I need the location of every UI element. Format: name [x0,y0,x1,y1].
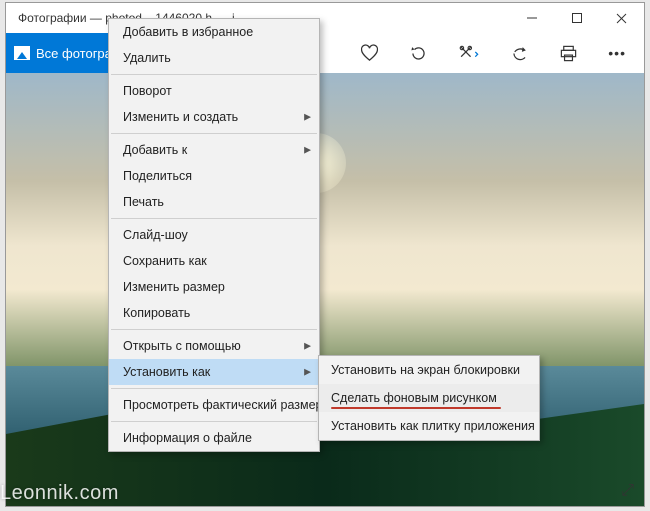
menu-rotate[interactable]: Поворот [109,78,319,104]
menu-label: Установить на экран блокировки [331,363,520,377]
menu-edit-create[interactable]: Изменить и создать ▶ [109,104,319,130]
titlebar: Фотографии — photod... 1446020 h......i.… [6,3,644,33]
more-icon[interactable]: ••• [608,45,626,61]
menu-share[interactable]: Поделиться [109,163,319,189]
menu-add-to[interactable]: Добавить к ▶ [109,137,319,163]
set-as-submenu: Установить на экран блокировки Сделать ф… [318,355,540,441]
menu-label: Информация о файле [123,431,252,445]
close-button[interactable] [599,3,644,33]
menu-label: Удалить [123,51,171,65]
menu-actual-size[interactable]: Просмотреть фактический размер [109,392,319,418]
toolbar-actions: ••• [360,44,644,63]
menu-separator [111,421,317,422]
chevron-right-icon: ▶ [304,367,311,378]
menu-copy[interactable]: Копировать [109,300,319,326]
menu-label: Сделать фоновым рисунком [331,391,497,405]
menu-open-with[interactable]: Открыть с помощью ▶ [109,333,319,359]
context-menu: Добавить в избранное Удалить Поворот Изм… [108,18,320,452]
menu-separator [111,388,317,389]
submenu-set-tile[interactable]: Установить как плитку приложения [319,412,539,440]
menu-set-as[interactable]: Установить как ▶ [109,359,319,385]
rotate-icon[interactable] [409,44,428,63]
highlight-underline [331,407,501,409]
menu-file-info[interactable]: Информация о файле [109,425,319,451]
menu-separator [111,218,317,219]
menu-label: Добавить к [123,143,187,157]
menu-label: Просмотреть фактический размер [123,398,323,412]
menu-label: Открыть с помощью [123,339,241,353]
menu-add-favorite[interactable]: Добавить в избранное [109,19,319,45]
menu-slideshow[interactable]: Слайд-шоу [109,222,319,248]
submenu-set-background[interactable]: Сделать фоновым рисунком [319,384,539,412]
menu-label: Добавить в избранное [123,25,253,39]
menu-delete[interactable]: Удалить [109,45,319,71]
submenu-lock-screen[interactable]: Установить на экран блокировки [319,356,539,384]
watermark: Leonnik.com [0,482,119,505]
photo-icon [14,46,30,60]
chevron-right-icon: ▶ [304,145,311,156]
menu-label: Поделиться [123,169,192,183]
menu-label: Печать [123,195,164,209]
menu-separator [111,133,317,134]
minimize-button[interactable] [509,3,554,33]
edit-icon[interactable] [458,44,480,63]
photo-viewport: ⤢ [6,73,644,506]
menu-label: Слайд-шоу [123,228,188,242]
menu-label: Копировать [123,306,190,320]
menu-label: Установить как плитку приложения [331,419,535,433]
window-controls [509,3,644,33]
menu-label: Поворот [123,84,172,98]
menu-label: Изменить и создать [123,110,238,124]
menu-label: Установить как [123,365,210,379]
menu-label: Сохранить как [123,254,207,268]
print-icon[interactable] [559,44,578,63]
share-icon[interactable] [510,44,529,63]
maximize-button[interactable] [554,3,599,33]
chevron-right-icon: ▶ [304,341,311,352]
menu-separator [111,74,317,75]
favorite-icon[interactable] [360,44,379,62]
chevron-right-icon: ▶ [304,112,311,123]
menu-resize[interactable]: Изменить размер [109,274,319,300]
resize-handle-icon[interactable]: ⤢ [621,482,634,500]
menu-label: Изменить размер [123,280,225,294]
toolbar: Все фотографии ••• [6,33,644,73]
menu-save-as[interactable]: Сохранить как [109,248,319,274]
menu-separator [111,329,317,330]
menu-print[interactable]: Печать [109,189,319,215]
